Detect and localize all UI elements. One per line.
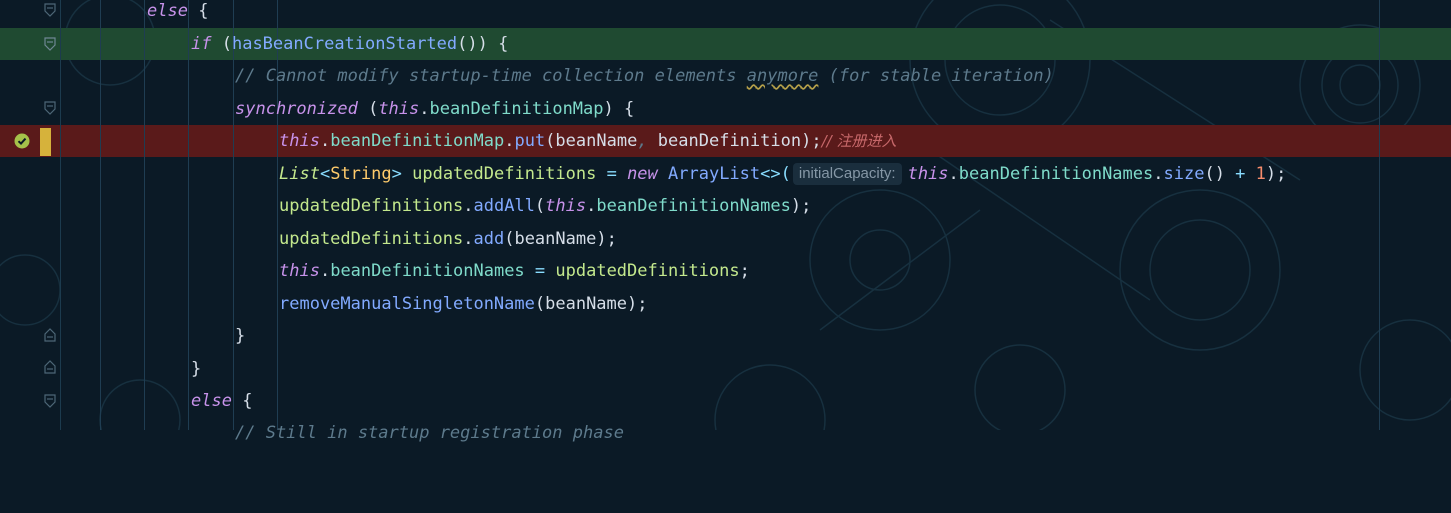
operator: =: [596, 164, 628, 184]
keyword-this: this: [279, 131, 320, 151]
field: beanDefinitionNames: [330, 261, 525, 281]
paren: );: [627, 294, 648, 314]
paren: );: [1265, 164, 1287, 184]
code-line[interactable]: if (hasBeanCreationStarted()) {: [0, 28, 1451, 60]
keyword: else: [147, 1, 188, 21]
brace: }: [191, 359, 202, 379]
angle-bracket: <: [319, 164, 331, 184]
brace: {: [187, 1, 209, 21]
variable: updatedDefinitions: [279, 196, 464, 216]
paren: (: [534, 294, 546, 314]
field: beanDefinitionMap: [429, 99, 604, 119]
paren: (: [534, 196, 546, 216]
variable: updatedDefinitions: [401, 164, 597, 184]
diamond: <>(: [760, 164, 791, 184]
paren: ) {: [603, 99, 635, 119]
method-call: addAll: [473, 196, 535, 216]
code-line[interactable]: removeManualSingletonName(beanName);: [0, 288, 1451, 320]
comma: ,: [637, 131, 658, 151]
field: beanDefinitionNames: [958, 164, 1154, 184]
field: beanDefinitionNames: [596, 196, 791, 216]
code-line[interactable]: updatedDefinitions.add(beanName);: [0, 223, 1451, 255]
code-line[interactable]: // Still in startup registration phase: [0, 417, 1451, 449]
keyword: synchronized: [235, 99, 358, 119]
code-line[interactable]: }: [0, 353, 1451, 385]
paren: );: [790, 196, 812, 216]
keyword-this: this: [279, 261, 320, 281]
paren: (): [1204, 164, 1225, 184]
comment: // 注册进入: [821, 132, 897, 150]
paren: (: [504, 229, 515, 249]
type: String: [330, 164, 392, 184]
method-call: size: [1163, 164, 1205, 184]
brace: {: [231, 391, 253, 411]
dot: .: [463, 229, 474, 249]
parameter-hint: initialCapacity:: [792, 163, 902, 185]
dot: .: [586, 196, 597, 216]
comment: // Cannot modify startup-time collection…: [235, 66, 747, 86]
paren: (: [545, 131, 556, 151]
argument: beanName: [545, 294, 628, 314]
keyword-this: this: [907, 164, 949, 184]
operator: +: [1224, 164, 1256, 184]
code-line[interactable]: List<String> updatedDefinitions = new Ar…: [0, 158, 1451, 190]
comment: // Still in startup registration phase: [235, 423, 624, 443]
brace: }: [235, 326, 246, 346]
paren: (: [357, 99, 379, 119]
angle-bracket: >: [391, 164, 402, 184]
method-call: add: [473, 229, 505, 249]
paren: );: [596, 229, 617, 249]
keyword: if: [191, 34, 212, 54]
operator: =: [524, 261, 556, 281]
code-line[interactable]: // Cannot modify startup-time collection…: [0, 60, 1451, 92]
paren: (: [211, 34, 232, 54]
dot: .: [419, 99, 430, 119]
dot: .: [319, 131, 331, 151]
method-call: removeManualSingletonName: [279, 294, 535, 314]
field: beanDefinitionMap: [330, 131, 505, 151]
variable: updatedDefinitions: [279, 229, 464, 249]
keyword: new: [627, 164, 658, 184]
argument: beanDefinition: [657, 131, 802, 151]
dot: .: [1153, 164, 1164, 184]
dot: .: [504, 131, 515, 151]
argument: beanName: [555, 131, 638, 151]
semicolon: ;: [739, 261, 750, 281]
number: 1: [1255, 164, 1266, 184]
keyword-this: this: [378, 99, 420, 119]
spelling-warning[interactable]: anymore: [747, 66, 819, 86]
keyword-this: this: [545, 196, 587, 216]
code-editor[interactable]: else { if (hasBeanCreationStarted()) { /…: [0, 0, 1451, 443]
class-name: ArrayList: [657, 164, 761, 184]
method-call: put: [514, 131, 546, 151]
code-line[interactable]: this.beanDefinitionNames = updatedDefini…: [0, 255, 1451, 287]
comment: (for stable iteration): [818, 66, 1054, 86]
dot: .: [319, 261, 331, 281]
code-line[interactable]: updatedDefinitions.addAll(this.beanDefin…: [0, 190, 1451, 222]
argument: beanName: [514, 229, 597, 249]
dot: .: [463, 196, 474, 216]
method-call: hasBeanCreationStarted: [231, 34, 458, 54]
keyword: else: [191, 391, 232, 411]
code-line[interactable]: else {: [0, 0, 1451, 27]
paren: ()) {: [457, 34, 509, 54]
code-line-breakpoint[interactable]: this.beanDefinitionMap.put(beanName, bea…: [0, 125, 1451, 157]
variable: updatedDefinitions: [555, 261, 740, 281]
code-line[interactable]: }: [0, 320, 1451, 352]
type: List: [279, 164, 320, 184]
dot: .: [948, 164, 959, 184]
paren: );: [801, 131, 822, 151]
code-line[interactable]: else {: [0, 385, 1451, 417]
code-line[interactable]: synchronized (this.beanDefinitionMap) {: [0, 93, 1451, 125]
